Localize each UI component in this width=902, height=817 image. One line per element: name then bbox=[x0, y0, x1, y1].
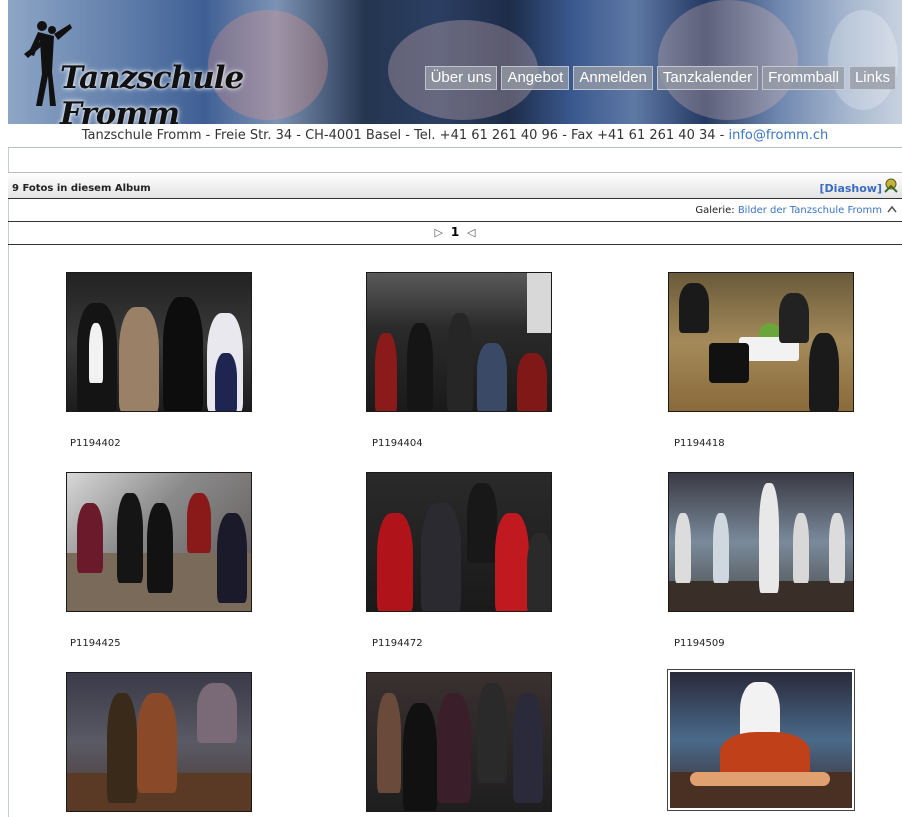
first-page-arrow[interactable]: ▷ bbox=[435, 226, 443, 239]
nav-ueber-uns[interactable]: Über uns bbox=[424, 66, 498, 90]
email-link[interactable]: info@fromm.ch bbox=[728, 128, 828, 143]
contact-line: Tanzschule Fromm - Freie Str. 34 - CH-40… bbox=[8, 124, 902, 148]
photo-caption[interactable]: P1194509 bbox=[674, 638, 725, 649]
photo-count: 9 Fotos in diesem Album bbox=[12, 183, 151, 194]
banner-photo-dancer-man bbox=[658, 0, 798, 120]
logo-text: Tanzschule Fromm bbox=[60, 60, 244, 124]
photo-caption[interactable]: P1194404 bbox=[372, 438, 423, 449]
logo[interactable]: Tanzschule Fromm bbox=[20, 14, 270, 124]
slideshow-icon[interactable] bbox=[882, 176, 900, 194]
photo-caption[interactable]: P1194402 bbox=[70, 438, 121, 449]
contact-address: Tanzschule Fromm - Freie Str. 34 - CH-40… bbox=[81, 128, 729, 143]
current-page[interactable]: 1 bbox=[451, 225, 459, 239]
photo-thumbnail[interactable] bbox=[668, 670, 854, 810]
nav-angebot[interactable]: Angebot bbox=[501, 66, 570, 90]
photo-caption[interactable]: P1194472 bbox=[372, 638, 423, 649]
photo-thumbnail[interactable] bbox=[366, 672, 552, 812]
album-header: 9 Fotos in diesem Album [Diashow] bbox=[8, 172, 902, 199]
photo-caption[interactable]: P1194418 bbox=[674, 438, 725, 449]
gallery-label: Galerie: bbox=[695, 205, 735, 216]
gallery-breadcrumb-row: Galerie: Bilder der Tanzschule Fromm bbox=[8, 199, 902, 222]
photo-thumbnail[interactable] bbox=[366, 272, 552, 412]
photo-thumbnail[interactable] bbox=[366, 472, 552, 612]
pagination: ▷ 1 ◁ bbox=[8, 222, 902, 245]
last-page-arrow[interactable]: ◁ bbox=[467, 226, 475, 239]
photo-thumbnail[interactable] bbox=[668, 272, 854, 412]
photo-thumbnail[interactable] bbox=[66, 272, 252, 412]
banner-photo-right bbox=[828, 10, 898, 110]
header-banner: Tanzschule Fromm Über uns Angebot Anmeld… bbox=[8, 0, 902, 124]
photo-thumbnail[interactable] bbox=[668, 472, 854, 612]
photo-thumbnail[interactable] bbox=[66, 672, 252, 812]
left-border bbox=[8, 148, 9, 817]
nav-links[interactable]: Links bbox=[848, 66, 896, 90]
nav-frommball[interactable]: Frommball bbox=[762, 66, 845, 90]
up-arrow-icon[interactable] bbox=[886, 204, 898, 216]
main-nav: Über uns Angebot Anmelden Tanzkalender F… bbox=[424, 66, 896, 90]
photo-caption[interactable]: P1194425 bbox=[70, 638, 121, 649]
gallery-link[interactable]: Bilder der Tanzschule Fromm bbox=[738, 205, 882, 216]
nav-tanzkalender[interactable]: Tanzkalender bbox=[656, 66, 759, 90]
nav-anmelden[interactable]: Anmelden bbox=[573, 66, 653, 90]
diashow-link[interactable]: [Diashow] bbox=[820, 182, 882, 195]
photo-thumbnail[interactable] bbox=[66, 472, 252, 612]
